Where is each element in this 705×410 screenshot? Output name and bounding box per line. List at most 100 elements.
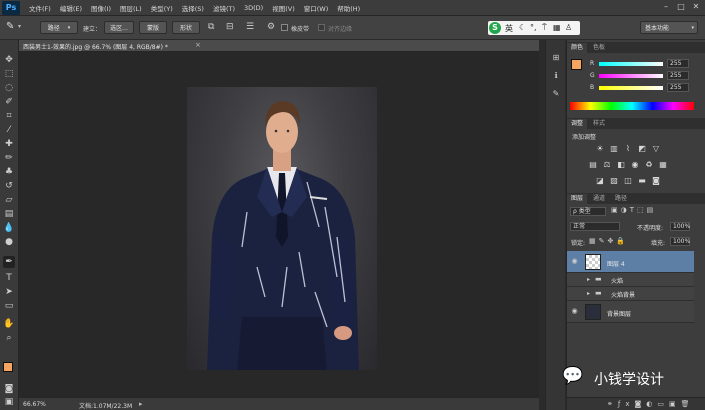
layer-kind-filter[interactable]: ρ 类型 [570,207,606,216]
path-selection-tool-icon[interactable]: ➤ [3,286,15,298]
history-brush-tool-icon[interactable]: ↺ [3,180,15,192]
pen-tool-icon[interactable]: ✎ [6,21,14,32]
invert-icon[interactable]: ◪ [595,176,605,186]
zoom-level[interactable]: 66.67% [23,401,46,408]
blue-value[interactable]: 255 [667,83,689,92]
minimize-icon[interactable]: – [660,2,672,12]
levels-icon[interactable]: ▥ [609,144,619,154]
path-operations-icon[interactable]: ⧉ [208,22,214,32]
dodge-tool-icon[interactable]: ● [3,236,15,248]
gradient-tool-icon[interactable]: ▤ [3,208,15,220]
expand-arrow-icon[interactable]: ▸ [587,276,590,283]
shape-button[interactable]: 形状 [172,21,200,34]
lock-icons[interactable]: ▦✎✥🔒 [589,237,628,245]
properties-panel-icon[interactable]: ℹ [550,70,562,82]
marquee-tool-icon[interactable]: ⬚ [3,68,15,80]
type-tool-icon[interactable]: T [3,272,15,284]
layer-filter-icons[interactable]: ▣◑T⬚▤ [611,206,656,214]
menu-filter[interactable]: 滤镜(T) [213,3,235,13]
eraser-tool-icon[interactable]: ▱ [3,194,15,206]
vibrance-icon[interactable]: ▽ [651,144,661,154]
menu-type[interactable]: 类型(Y) [151,3,173,13]
shirt-icon[interactable]: ♙ [565,23,572,32]
selection-button[interactable]: 选区... [104,21,134,34]
quick-select-tool-icon[interactable]: ✐ [3,96,15,108]
channel-mixer-icon[interactable]: ♻ [644,160,654,170]
eyedropper-tool-icon[interactable]: ⁄ [3,124,15,136]
mode-select[interactable]: 路径 ▾ [40,21,78,34]
color-spectrum-bar[interactable] [570,102,694,110]
healing-brush-tool-icon[interactable]: ✚ [3,138,15,150]
tab-channels[interactable]: 通道 [589,194,609,204]
tab-adjustments[interactable]: 调整 [567,119,588,129]
punctuation-icon[interactable]: °, [530,23,537,32]
moon-icon[interactable]: ☾ [519,23,526,32]
align-edges-checkbox[interactable] [318,24,325,31]
selective-color-icon[interactable]: ◙ [651,176,661,186]
screen-mode-icon[interactable]: ▣ [3,396,15,408]
layer-row[interactable]: ▸ ▬ 火焰 [567,273,694,287]
foreground-color-swatch[interactable] [3,362,13,372]
posterize-icon[interactable]: ▨ [609,176,619,186]
tab-swatches[interactable]: 色板 [589,43,609,53]
curves-icon[interactable]: ⌇ [623,144,633,154]
tab-color[interactable]: 颜色 [567,43,588,53]
green-value[interactable]: 255 [667,71,689,80]
menu-view[interactable]: 视图(V) [272,3,295,13]
expand-arrow-icon[interactable]: ▸ [587,290,590,297]
lasso-tool-icon[interactable]: ◌ [3,82,15,94]
move-tool-icon[interactable]: ✥ [3,54,15,66]
keyboard-icon[interactable]: ▦ [553,23,561,32]
menu-3d[interactable]: 3D(D) [244,4,263,12]
quick-mask-icon[interactable]: ◙ [3,383,15,395]
rubber-band-checkbox[interactable] [281,24,288,31]
menu-edit[interactable]: 编辑(E) [60,3,82,13]
hand-tool-icon[interactable]: ✋ [3,318,15,330]
mask-button[interactable]: 蒙版 [139,21,167,34]
shape-tool-icon[interactable]: ▭ [3,300,15,312]
tab-paths[interactable]: 路径 [611,194,631,204]
layer-row[interactable]: ▸ ▬ 火焰背景 [567,287,694,301]
blue-slider[interactable] [599,86,663,90]
close-tab-icon[interactable]: × [195,41,201,49]
path-alignment-icon[interactable]: ⊟ [226,22,234,32]
fill-value[interactable]: 100% [670,237,690,246]
opacity-value[interactable]: 100% [670,222,690,231]
path-arrangement-icon[interactable]: ☰ [246,22,254,32]
ime-language[interactable]: 英 [505,23,513,34]
color-balance-icon[interactable]: ⚖ [602,160,612,170]
maximize-icon[interactable]: □ [675,2,687,12]
blend-mode-select[interactable]: 正常 [570,222,620,231]
menu-image[interactable]: 图像(I) [91,3,111,13]
menu-file[interactable]: 文件(F) [29,3,51,13]
tab-layers[interactable]: 图层 [567,194,588,204]
document-tab[interactable]: 西装男士1-效果的.jpg @ 66.7% (图层 4, RGB/8#) * × [19,40,539,52]
eye-icon[interactable]: ◉ [570,307,579,316]
blur-tool-icon[interactable]: 💧 [3,222,15,234]
black-white-icon[interactable]: ◧ [616,160,626,170]
clone-stamp-tool-icon[interactable]: ♣ [3,166,15,178]
hue-saturation-icon[interactable]: ▤ [588,160,598,170]
color-lookup-icon[interactable]: ▦ [658,160,668,170]
eye-icon[interactable]: ◉ [570,257,579,266]
tab-styles[interactable]: 样式 [589,119,609,129]
workspace-select[interactable]: 基本功能 ▾ [640,21,698,34]
gradient-map-icon[interactable]: ▬ [637,176,647,186]
brush-tool-icon[interactable]: ✏ [3,152,15,164]
menu-layer[interactable]: 图层(L) [120,3,142,13]
brightness-icon[interactable]: ☀ [595,144,605,154]
menu-help[interactable]: 帮助(H) [337,3,360,13]
chevron-down-icon[interactable]: ▾ [18,23,21,30]
pen-tool-icon[interactable]: ✒ [3,256,15,268]
red-value[interactable]: 255 [667,59,689,68]
layer-row[interactable]: ◉ 背景图层 [567,301,694,323]
menu-window[interactable]: 窗口(W) [304,3,329,13]
settings-gear-icon[interactable]: ⚙ [267,22,275,32]
layer-action-icons[interactable]: ⚭ƒx◙◐▭▣🗑 [607,400,695,408]
foreground-color-swatch[interactable] [571,59,582,70]
threshold-icon[interactable]: ◫ [623,176,633,186]
chevron-right-icon[interactable]: ▸ [139,400,143,408]
red-slider[interactable] [599,62,663,66]
zoom-tool-icon[interactable]: ⌕ [3,332,15,344]
layer-row[interactable]: ◉ 图层 4 [567,251,694,273]
